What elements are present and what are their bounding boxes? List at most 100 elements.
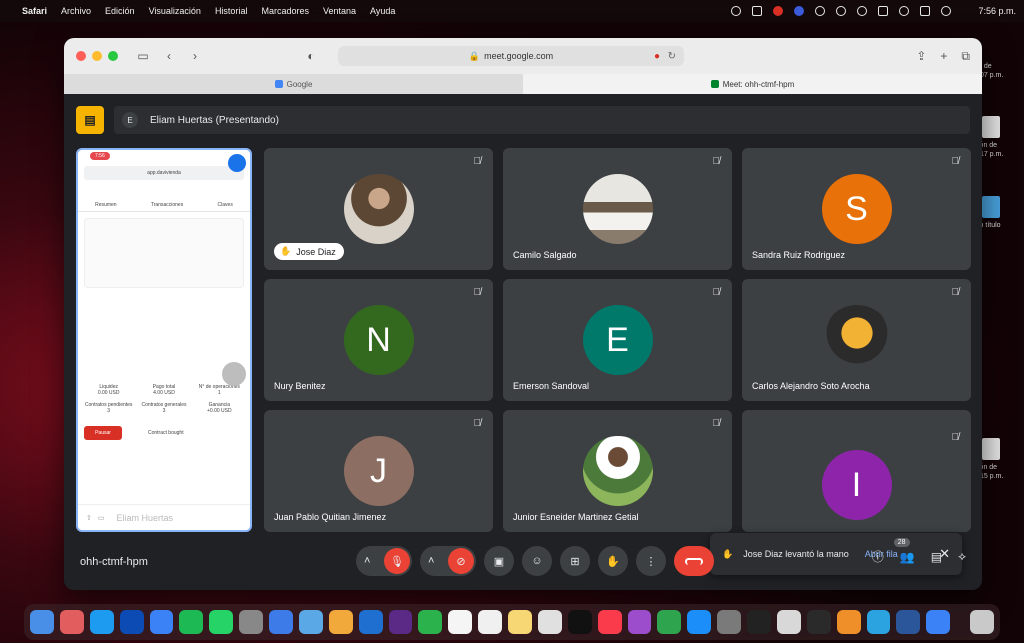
menu-ayuda[interactable]: Ayuda bbox=[370, 6, 395, 16]
activities-icon[interactable]: ⟡ bbox=[958, 549, 966, 564]
user-icon[interactable] bbox=[857, 6, 868, 16]
present-button[interactable]: ⊞ bbox=[560, 546, 590, 576]
participant-tile[interactable]: 🎙̸ Camilo Salgado bbox=[503, 148, 732, 270]
telegram-icon[interactable] bbox=[866, 610, 891, 634]
outlook-icon[interactable] bbox=[358, 610, 383, 634]
new-tab-icon[interactable]: + bbox=[940, 49, 947, 64]
facetime-icon[interactable] bbox=[418, 610, 443, 634]
raise-hand-button[interactable]: ✋ bbox=[598, 546, 628, 576]
menu-archivo[interactable]: Archivo bbox=[61, 6, 91, 16]
battery-icon[interactable] bbox=[878, 6, 889, 16]
mic-icon[interactable]: ● bbox=[654, 51, 660, 62]
forward-icon[interactable]: › bbox=[186, 49, 204, 63]
maps-icon[interactable] bbox=[298, 610, 323, 634]
menubar-clock[interactable]: 7:56 p.m. bbox=[978, 6, 1016, 16]
hbo-icon[interactable] bbox=[388, 610, 413, 634]
tab-meet[interactable]: Meet: ohh-ctmf-hpm bbox=[523, 74, 982, 94]
participant-tile[interactable]: N 🎙̸ Nury Benitez bbox=[264, 279, 493, 401]
people-button[interactable]: 28 👥 bbox=[893, 537, 915, 564]
info-icon[interactable]: ⓘ bbox=[872, 548, 884, 565]
chat-icon[interactable]: ▤ bbox=[931, 550, 942, 564]
phone-header: app.davivienda bbox=[84, 166, 244, 180]
wifi-icon[interactable] bbox=[899, 6, 910, 16]
twitter-icon[interactable] bbox=[89, 610, 114, 634]
terminal-icon[interactable] bbox=[806, 610, 831, 634]
app-status-icon[interactable] bbox=[794, 6, 805, 16]
address-bar[interactable]: 🔒 meet.google.com ● ↻ bbox=[338, 46, 684, 66]
desktop-file[interactable]: in título bbox=[978, 196, 1024, 230]
chrome-icon[interactable] bbox=[537, 610, 562, 634]
presentation-icon[interactable]: ▤ bbox=[76, 106, 104, 134]
participant-tile[interactable]: J 🎙̸ Juan Pablo Quitian Jimenez bbox=[264, 410, 493, 532]
zoom-window-button[interactable] bbox=[108, 51, 118, 61]
emoji-button[interactable]: ☺ bbox=[522, 546, 552, 576]
desktop-file[interactable]: a de .07 p.m. bbox=[978, 62, 1024, 80]
mail-icon[interactable] bbox=[269, 610, 293, 634]
chevron-up-icon[interactable]: ˄ bbox=[428, 555, 434, 567]
music-icon[interactable] bbox=[597, 610, 622, 634]
captions-button[interactable]: ▣ bbox=[484, 546, 514, 576]
photos-icon[interactable] bbox=[328, 610, 353, 634]
participant-tile[interactable]: I 🎙̸ bbox=[742, 410, 971, 532]
chevron-up-icon[interactable]: ˄ bbox=[364, 555, 370, 567]
record-icon[interactable] bbox=[731, 6, 742, 16]
menu-edicion[interactable]: Edición bbox=[105, 6, 135, 16]
whatsapp-icon[interactable] bbox=[209, 610, 234, 634]
participant-tile[interactable]: 🎙̸ Junior Esneider Martinez Getial bbox=[503, 410, 732, 532]
mic-toggle-button[interactable]: ˄ 🎙 bbox=[356, 546, 412, 576]
end-call-button[interactable] bbox=[674, 546, 714, 576]
control-center-icon[interactable] bbox=[920, 6, 931, 16]
sidebar-icon[interactable]: ▭ bbox=[134, 49, 152, 63]
shared-screen[interactable]: 7:56 app.davivienda Resumen Transaccione… bbox=[76, 148, 252, 532]
menu-safari[interactable]: Safari bbox=[22, 6, 47, 16]
play-status-icon[interactable] bbox=[815, 6, 826, 16]
launchpad-icon[interactable] bbox=[59, 610, 84, 634]
podcasts-icon[interactable] bbox=[627, 610, 652, 634]
share-icon[interactable]: ⇪ bbox=[916, 49, 926, 64]
participant-tile[interactable]: 🎙̸ ✋ Jose Diaz bbox=[264, 148, 493, 270]
safari-icon[interactable] bbox=[149, 610, 174, 634]
minimize-window-button[interactable] bbox=[92, 51, 102, 61]
word-icon[interactable] bbox=[896, 610, 921, 634]
close-window-button[interactable] bbox=[76, 51, 86, 61]
participant-tile[interactable]: S 🎙̸ Sandra Ruiz Rodriguez bbox=[742, 148, 971, 270]
more-options-button[interactable]: ⋮ bbox=[636, 546, 666, 576]
notes-icon[interactable] bbox=[508, 610, 532, 634]
reload-icon[interactable]: ↻ bbox=[668, 51, 676, 62]
video-status-icon[interactable] bbox=[773, 6, 784, 16]
tab-google[interactable]: Google bbox=[64, 74, 523, 94]
participant-name-text: Jose Diaz bbox=[296, 246, 336, 257]
apple-tv-icon[interactable] bbox=[567, 610, 592, 634]
menu-visualizacion[interactable]: Visualización bbox=[149, 6, 201, 16]
zoom-icon[interactable] bbox=[119, 610, 144, 634]
participant-tile[interactable]: 🎙̸ Carlos Alejandro Soto Arocha bbox=[742, 279, 971, 401]
menu-ventana[interactable]: Ventana bbox=[323, 6, 356, 16]
figma-icon[interactable] bbox=[836, 610, 861, 634]
calendar-icon[interactable] bbox=[448, 610, 473, 634]
menu-marcadores[interactable]: Marcadores bbox=[261, 6, 309, 16]
trash-icon[interactable] bbox=[970, 610, 994, 634]
privacy-shield-icon[interactable]: ◐ bbox=[302, 49, 320, 63]
preview-icon[interactable] bbox=[776, 610, 801, 634]
capcut-icon[interactable] bbox=[747, 610, 771, 634]
participant-tile[interactable]: E 🎙̸ Emerson Sandoval bbox=[503, 279, 732, 401]
spotify-icon[interactable] bbox=[179, 610, 204, 634]
siri-icon[interactable] bbox=[941, 6, 952, 16]
tab-overview-icon[interactable]: ⧉ bbox=[961, 49, 970, 64]
desktop-file[interactable]: ión de .15 p.m. bbox=[978, 438, 1024, 481]
app-store-icon[interactable] bbox=[687, 610, 712, 634]
mic-off-icon: 🎙̸ bbox=[951, 156, 960, 167]
desktop-file-line1: in título bbox=[978, 222, 1001, 229]
mic-status-icon[interactable] bbox=[752, 6, 763, 16]
back-icon[interactable]: ‹ bbox=[160, 49, 178, 63]
camera-toggle-button[interactable]: ˄ ⊘ bbox=[420, 546, 476, 576]
menu-historial[interactable]: Historial bbox=[215, 6, 248, 16]
moon-icon[interactable] bbox=[836, 6, 847, 16]
desktop-file[interactable]: ión de .17 p.m. bbox=[978, 116, 1024, 159]
reminders-icon[interactable] bbox=[478, 610, 502, 634]
calculator-icon[interactable] bbox=[239, 610, 263, 634]
finder-icon[interactable] bbox=[30, 610, 54, 634]
safari-alt-icon[interactable] bbox=[926, 610, 951, 634]
numbers-icon[interactable] bbox=[657, 610, 682, 634]
settings-icon[interactable] bbox=[717, 610, 741, 634]
